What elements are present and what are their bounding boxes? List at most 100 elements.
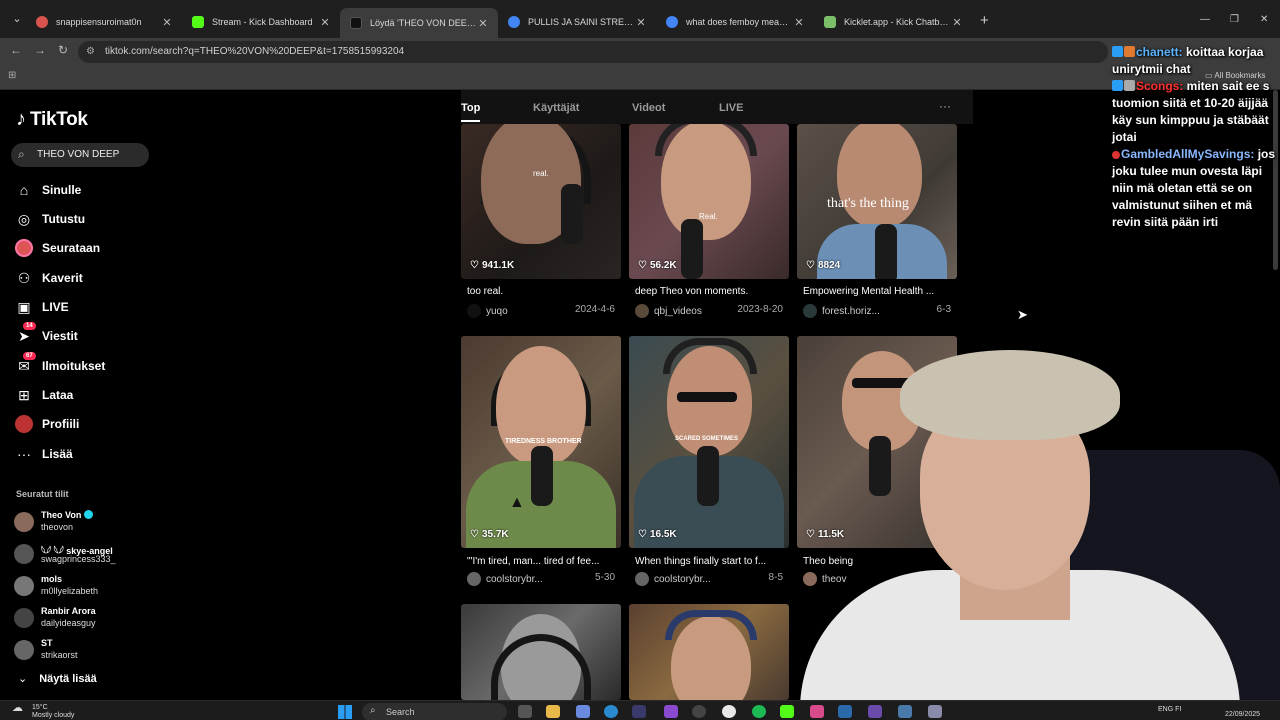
close-tab-icon[interactable]: ✕ xyxy=(950,16,964,29)
windows-start-icon[interactable] xyxy=(338,705,352,719)
file-explorer-icon[interactable] xyxy=(546,705,560,718)
taskbar-date[interactable]: 22/09/2025 xyxy=(1225,711,1260,718)
language-indicator[interactable]: ENG FI xyxy=(1158,706,1181,713)
video-title[interactable]: "'I'm tired, man... tired of fee... xyxy=(467,556,617,567)
chrome-icon[interactable] xyxy=(722,705,736,718)
nav-item-live[interactable]: ▣ LIVE xyxy=(14,295,164,319)
cap-shape xyxy=(663,338,757,374)
browser-tab[interactable]: Kicklet.app - Kick Chatbot and ✕ xyxy=(814,10,972,34)
close-tab-icon[interactable]: ✕ xyxy=(160,16,174,29)
video-card[interactable]: real. ♡ 941.1K too real. yuqo 2024-4-6 xyxy=(461,124,621,324)
app-icon[interactable] xyxy=(810,705,824,718)
close-tab-icon[interactable]: ✕ xyxy=(318,16,332,29)
chat-badge-icon xyxy=(1112,80,1123,91)
video-thumbnail[interactable]: TIREDNESS BROTHER ▲ ♡ 35.7K xyxy=(461,336,621,548)
minimize-icon[interactable]: — xyxy=(1200,14,1210,25)
following-account[interactable]: Ranbir Arora dailyideasguy xyxy=(14,604,174,632)
video-title[interactable]: deep Theo von moments. xyxy=(635,286,785,297)
gorilla-logo: ▲ xyxy=(509,494,525,511)
video-card[interactable] xyxy=(461,604,621,700)
taskbar-search-input[interactable]: ⌕ Search xyxy=(362,703,507,720)
video-card[interactable]: that's the thing ♡ 8824 Empowering Mental… xyxy=(797,124,957,324)
weather-widget[interactable]: ☁ 15°C Mostly cloudy xyxy=(12,703,74,720)
close-tab-icon[interactable]: ✕ xyxy=(792,16,806,29)
tab-search-icon[interactable]: ⌄ xyxy=(10,12,24,26)
app-icon[interactable] xyxy=(838,705,852,718)
video-thumbnail[interactable]: real. ♡ 941.1K xyxy=(461,124,621,279)
avatar xyxy=(14,608,34,628)
spotify-icon[interactable] xyxy=(752,705,766,718)
video-thumbnail[interactable]: that's the thing ♡ 8824 xyxy=(797,124,957,279)
heart-icon: ♡ xyxy=(638,529,647,540)
address-bar[interactable]: ⚙ tiktok.com/search?q=THEO%20VON%20DEEP&… xyxy=(78,41,1108,63)
nav-item-profiili[interactable]: Profiili xyxy=(14,412,164,436)
chat-badge-icon xyxy=(1112,46,1123,57)
nav-item-sinulle[interactable]: ⌂ Sinulle xyxy=(14,178,164,202)
apps-grid-icon[interactable]: ⊞ xyxy=(8,70,16,81)
following-account[interactable]: mols m0llyelizabeth xyxy=(14,572,174,600)
app-icon[interactable] xyxy=(664,705,678,718)
close-tab-icon[interactable]: ✕ xyxy=(476,17,490,30)
microphone-shape xyxy=(681,219,703,279)
following-account[interactable]: 𓆩𓆪 𓆩𓆪 skye-angel swagprincess333_ xyxy=(14,540,174,568)
browser-tab[interactable]: snappisensuroimat0n ✕ xyxy=(26,10,182,34)
nav-item-kaverit[interactable]: ⚇ Kaverit xyxy=(14,266,164,290)
reload-icon[interactable]: ↻ xyxy=(58,43,68,57)
browser-tab-active[interactable]: Löydä 'THEO VON DEEP' TikTok ✕ xyxy=(340,8,498,38)
video-author[interactable]: coolstorybr... xyxy=(467,572,543,586)
browser-tab[interactable]: what does femboy mean - Goo ✕ xyxy=(656,10,814,34)
forward-arrow-icon[interactable]: → xyxy=(34,43,46,57)
close-window-icon[interactable]: ✕ xyxy=(1260,14,1268,25)
video-title[interactable]: too real. xyxy=(467,286,617,297)
video-title[interactable]: Empowering Mental Health ... xyxy=(803,286,953,297)
heart-icon: ♡ xyxy=(806,260,815,271)
new-tab-icon[interactable]: + xyxy=(980,12,989,29)
video-author[interactable]: yuqo xyxy=(467,304,508,318)
store-icon[interactable] xyxy=(632,705,646,718)
browser-tab[interactable]: Stream - Kick Dashboard ✕ xyxy=(182,10,340,34)
tab-top[interactable]: Top xyxy=(461,102,481,122)
see-more-button[interactable]: ⌄ Näytä lisää xyxy=(18,672,97,686)
browser-toolbar: ← → ↻ ⚙ tiktok.com/search?q=THEO%20VON%2… xyxy=(0,38,1280,65)
app-icon[interactable] xyxy=(868,705,882,718)
live-icon: ▣ xyxy=(17,298,31,315)
avatar xyxy=(803,304,817,318)
tiktok-logo[interactable]: ♪ TikTok xyxy=(16,108,88,131)
tab-live[interactable]: LIVE xyxy=(719,102,743,114)
video-author[interactable]: forest.horiz... xyxy=(803,304,880,318)
following-account[interactable]: Theo Von theovon xyxy=(14,508,174,536)
chat-badge-icon xyxy=(1124,46,1135,57)
video-author[interactable]: qbj_videos xyxy=(635,304,702,318)
maximize-icon[interactable]: ❐ xyxy=(1230,14,1239,25)
tab-users[interactable]: Käyttäjät xyxy=(533,102,579,114)
close-tab-icon[interactable]: ✕ xyxy=(634,16,648,29)
microphone-shape xyxy=(697,446,719,506)
nav-item-lataa[interactable]: ⊞ Lataa xyxy=(14,383,164,407)
kicklet-favicon-icon xyxy=(824,16,836,28)
site-info-icon[interactable]: ⚙ xyxy=(86,46,95,57)
nav-item-tutustu[interactable]: ◎ Tutustu xyxy=(14,207,164,231)
tab-videos[interactable]: Videot xyxy=(632,102,665,114)
video-author[interactable]: coolstorybr... xyxy=(635,572,711,586)
browser-tab[interactable]: PULLIS JA SAINI STREAM - Goo ✕ xyxy=(498,10,656,34)
app-icon[interactable] xyxy=(928,705,942,718)
nav-item-seurataan[interactable]: Seurataan xyxy=(14,236,164,260)
steam-icon[interactable] xyxy=(692,705,706,718)
app-icon[interactable] xyxy=(576,705,590,718)
video-thumbnail[interactable]: Real. ♡ 56.2K xyxy=(629,124,789,279)
task-view-icon[interactable] xyxy=(518,705,532,718)
app-icon[interactable] xyxy=(898,705,912,718)
back-arrow-icon[interactable]: ← xyxy=(10,43,22,57)
following-account[interactable]: ST strikaorst xyxy=(14,636,174,664)
search-input[interactable]: ⌕ THEO VON DEEP xyxy=(11,143,149,167)
nav-item-viestit[interactable]: ➤ 14 Viestit xyxy=(14,322,164,348)
app-icon[interactable] xyxy=(780,705,794,718)
video-card[interactable]: TIREDNESS BROTHER ▲ ♡ 35.7K "'I'm tired, … xyxy=(461,336,621,586)
video-card[interactable]: Real. ♡ 56.2K deep Theo von moments. qbj_… xyxy=(629,124,789,324)
nav-item-lisaa[interactable]: ··· Lisää xyxy=(14,442,164,466)
more-options-icon[interactable]: ··· xyxy=(939,99,951,113)
avatar xyxy=(635,572,649,586)
edge-icon[interactable] xyxy=(604,705,618,718)
nav-item-ilmoitukset[interactable]: ✉ 67 Ilmoitukset xyxy=(14,352,164,378)
video-thumbnail[interactable] xyxy=(461,604,621,700)
